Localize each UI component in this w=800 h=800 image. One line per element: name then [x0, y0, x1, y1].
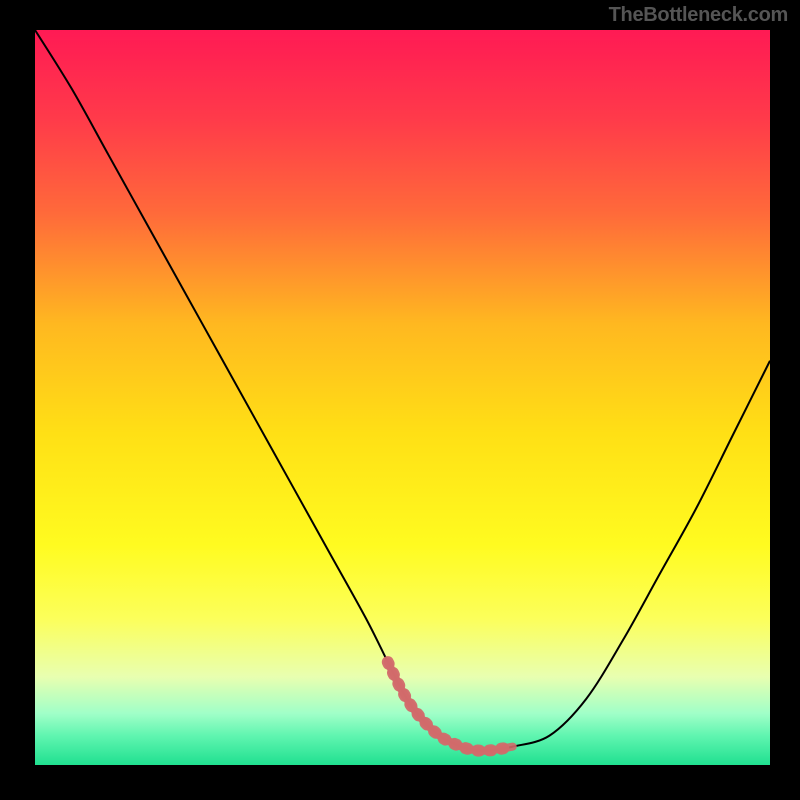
- chart-svg: [35, 30, 770, 765]
- gradient-background: [35, 30, 770, 765]
- chart-container: TheBottleneck.com: [0, 0, 800, 800]
- plot-area: [35, 30, 770, 765]
- watermark-text: TheBottleneck.com: [609, 4, 788, 27]
